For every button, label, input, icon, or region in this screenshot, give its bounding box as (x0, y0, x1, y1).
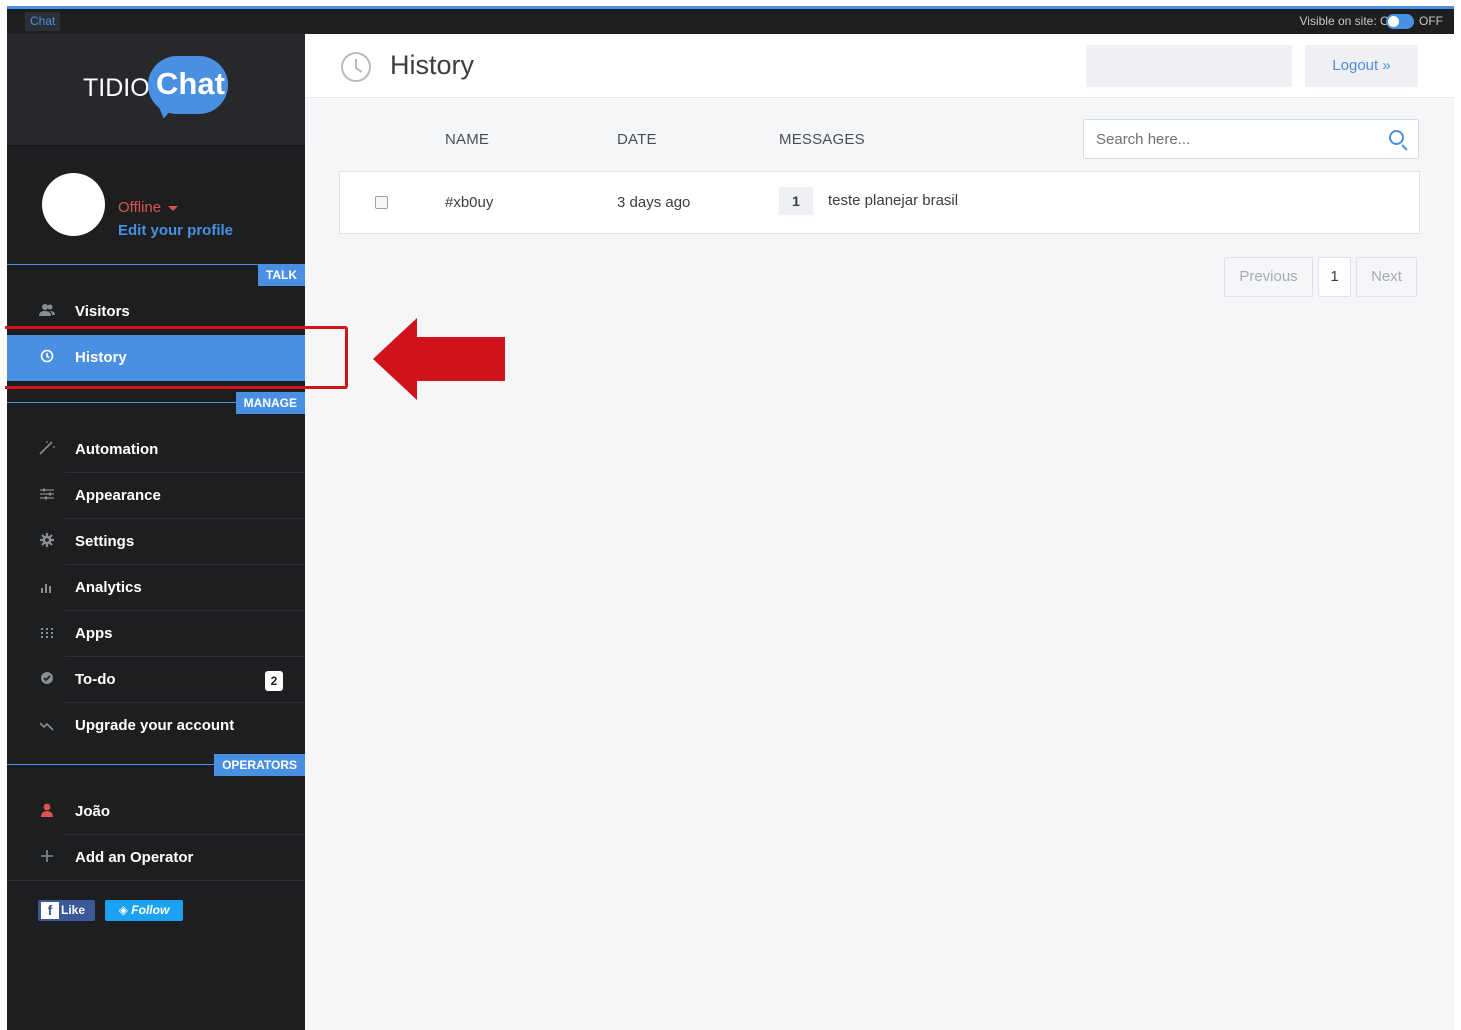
row-date: 3 days ago (617, 194, 691, 211)
magic-wand-icon (38, 441, 56, 459)
sidebar-item-label: Analytics (75, 579, 142, 596)
sidebar-item-label: Appearance (75, 487, 161, 504)
facebook-like-button[interactable]: f Like (38, 900, 95, 921)
twitter-icon: ◈ (118, 903, 128, 917)
sidebar-item-analytics[interactable]: Analytics (7, 565, 305, 611)
section-manage-label: MANAGE (235, 392, 305, 414)
facebook-like-label: Like (61, 903, 86, 917)
search-icon[interactable] (1389, 130, 1404, 145)
column-header-messages[interactable]: MESSAGES (779, 131, 865, 148)
header-placeholder-box (1086, 45, 1292, 87)
sidebar-item-operator-joao[interactable]: João (7, 789, 305, 835)
gear-icon (38, 533, 56, 551)
column-header-date[interactable]: DATE (617, 131, 657, 148)
main-content: History Logout » NAME DATE MESSAGES #xb0… (305, 34, 1454, 1030)
logo[interactable]: TIDIO Chat (7, 34, 305, 146)
visibility-label: Visible on site: ON (1299, 14, 1399, 28)
row-message: teste planejar brasil (828, 192, 959, 209)
sidebar: TIDIO Chat Offline Edit your profile TAL… (7, 34, 305, 1030)
sidebar-item-label: Add an Operator (75, 849, 194, 866)
sidebar-item-label: Upgrade your account (75, 717, 235, 734)
page-header: History Logout » (305, 34, 1454, 98)
status-dropdown[interactable]: Offline (118, 199, 179, 216)
sidebar-item-automation[interactable]: Automation (7, 427, 305, 473)
section-manage: MANAGE (7, 392, 305, 414)
logo-brand: TIDIO (83, 74, 150, 102)
top-bar: Chat Visible on site: ON OFF (7, 6, 1454, 34)
twitter-follow-button[interactable]: ◈ Follow (105, 900, 183, 921)
sidebar-item-apps[interactable]: Apps (7, 611, 305, 657)
sidebar-item-appearance[interactable]: Appearance (7, 473, 305, 519)
chat-tab[interactable]: Chat (25, 12, 61, 31)
message-count-badge: 1 (779, 187, 813, 215)
logo-product: Chat (156, 66, 225, 101)
trend-icon (38, 717, 56, 735)
grid-icon (38, 625, 56, 643)
sidebar-item-label: To-do (75, 671, 116, 688)
twitter-follow-label: Follow (131, 903, 170, 917)
row-name: #xb0uy (445, 194, 494, 211)
search-box (1083, 119, 1419, 159)
sidebar-item-upgrade[interactable]: Upgrade your account (7, 703, 305, 749)
users-icon (38, 303, 56, 321)
visibility-toggle[interactable] (1386, 14, 1414, 29)
todo-count-badge: 2 (265, 671, 283, 691)
sidebar-item-todo[interactable]: To-do 2 (7, 657, 305, 703)
sidebar-item-label: Settings (75, 533, 135, 550)
status-label: Offline (118, 199, 162, 216)
facebook-icon: f (41, 902, 59, 919)
sidebar-item-add-operator[interactable]: Add an Operator (7, 835, 305, 881)
pagination-next[interactable]: Next (1356, 257, 1417, 297)
search-input[interactable] (1096, 120, 1366, 158)
sidebar-item-label: Automation (75, 441, 159, 458)
clock-icon (341, 52, 371, 82)
bar-chart-icon (38, 579, 56, 597)
table-row[interactable]: #xb0uy 3 days ago 1 teste planejar brasi… (339, 171, 1420, 234)
column-header-name[interactable]: NAME (445, 131, 489, 148)
sliders-icon (38, 487, 56, 505)
page-title: History (390, 50, 475, 80)
avatar[interactable] (42, 173, 105, 236)
check-circle-icon (38, 671, 56, 689)
sidebar-item-settings[interactable]: Settings (7, 519, 305, 565)
visibility-off-label: OFF (1419, 14, 1443, 28)
annotation-highlight-box (5, 326, 348, 389)
section-talk: TALK (7, 264, 305, 286)
edit-profile-link[interactable]: Edit your profile (118, 222, 233, 239)
sidebar-item-label: João (75, 803, 111, 820)
user-icon (38, 803, 56, 821)
logout-button[interactable]: Logout » (1305, 45, 1418, 87)
row-checkbox[interactable] (375, 196, 388, 209)
section-operators-label: OPERATORS (214, 754, 305, 776)
pagination-previous[interactable]: Previous (1224, 257, 1313, 297)
annotation-arrow-icon (373, 318, 505, 400)
caret-down-icon (168, 205, 179, 211)
profile-panel: Offline Edit your profile (7, 147, 305, 265)
plus-icon (38, 849, 56, 867)
section-talk-label: TALK (257, 264, 305, 286)
sidebar-item-label: Apps (75, 625, 113, 642)
section-operators: OPERATORS (7, 754, 305, 776)
pagination-page-1[interactable]: 1 (1318, 257, 1351, 297)
